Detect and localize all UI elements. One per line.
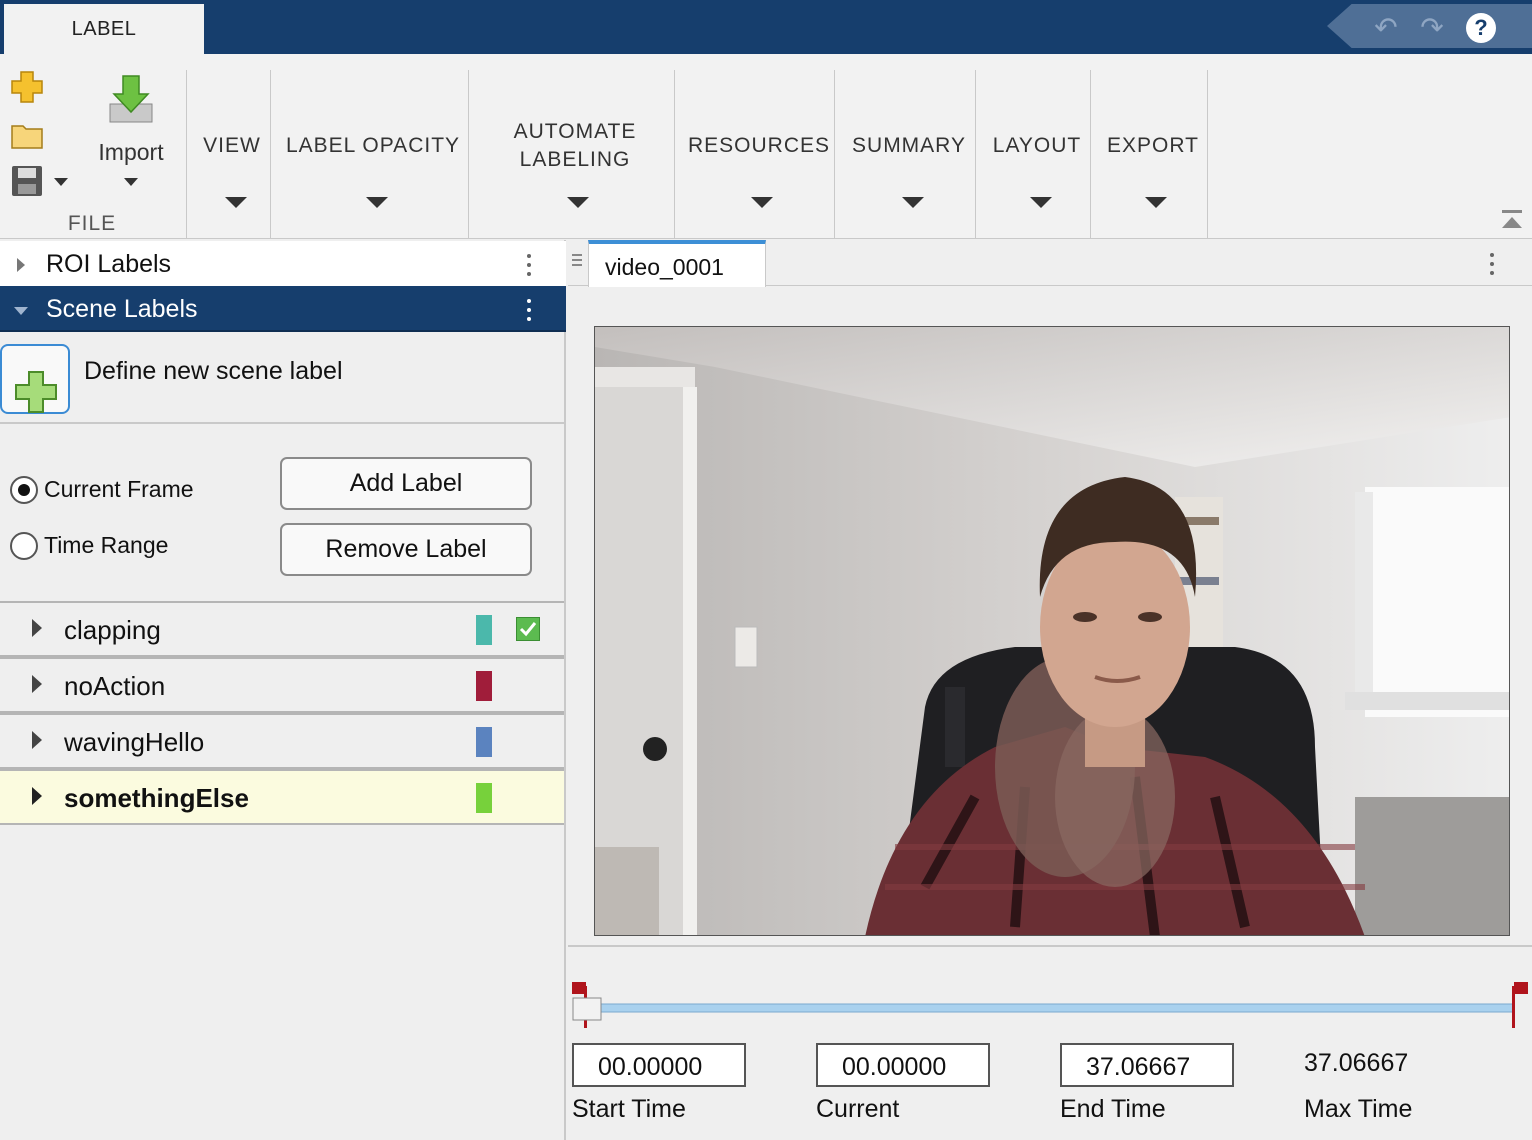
- import-dropdown-icon[interactable]: [124, 178, 138, 186]
- timeline-slider[interactable]: [568, 976, 1532, 1036]
- scene-labels-title: Scene Labels: [46, 295, 198, 323]
- scene-label-name: somethingElse: [64, 783, 249, 813]
- document-tabstrip: video_0001: [568, 240, 1532, 287]
- undo-icon[interactable]: ↶: [1371, 14, 1401, 42]
- chevron-down-icon: [1145, 197, 1167, 208]
- end-time-field[interactable]: 37.06667: [1060, 1043, 1234, 1087]
- max-time-label: Max Time: [1304, 1095, 1413, 1123]
- labels-panel: ROI Labels Scene Labels Define new scene…: [0, 240, 566, 1140]
- chevron-down-icon: [567, 197, 589, 208]
- label-color-swatch: [476, 615, 492, 645]
- video-viewer: [568, 287, 1532, 947]
- current-frame-radio[interactable]: [10, 476, 38, 504]
- roi-labels-title: ROI Labels: [46, 250, 172, 278]
- expand-icon[interactable]: [32, 619, 42, 637]
- ribbon-divider: [975, 70, 976, 238]
- label-color-swatch: [476, 671, 492, 701]
- checkbox[interactable]: [516, 617, 540, 641]
- end-marker-icon[interactable]: [1514, 982, 1528, 994]
- ribbon: Import FILE VIEW LABEL OPACITY AUTOMATE …: [0, 54, 1532, 239]
- more-options-icon[interactable]: [527, 299, 533, 323]
- scene-label-name: noAction: [64, 671, 166, 701]
- slider-thumb[interactable]: [572, 997, 602, 1021]
- view-label: VIEW: [203, 134, 261, 157]
- resources-label: RESOURCES: [687, 134, 831, 157]
- video-frame[interactable]: [594, 326, 1510, 936]
- start-time-field[interactable]: 00.00000: [572, 1043, 746, 1087]
- ribbon-divider: [270, 70, 271, 238]
- scene-labels-header[interactable]: Scene Labels: [0, 286, 566, 332]
- collapse-icon: [14, 307, 28, 315]
- tab-grip-icon[interactable]: [572, 254, 582, 270]
- define-scene-label-button[interactable]: [0, 344, 70, 414]
- start-marker-icon[interactable]: [572, 982, 586, 994]
- ribbon-divider: [468, 70, 469, 238]
- ribbon-divider: [1090, 70, 1091, 238]
- chevron-down-icon: [751, 197, 773, 208]
- automate-label-line1: AUTOMATE: [513, 120, 637, 143]
- redo-icon[interactable]: ↷: [1417, 14, 1447, 42]
- current-time-field[interactable]: 00.00000: [816, 1043, 990, 1087]
- checkmark-icon: [519, 622, 537, 637]
- video-frame-image: [595, 327, 1509, 935]
- current-frame-label: Current Frame: [44, 476, 194, 502]
- automate-label-line2: LABELING: [519, 148, 631, 171]
- add-icon: [15, 371, 57, 413]
- ribbon-divider: [186, 70, 187, 238]
- import-icon[interactable]: [106, 74, 156, 126]
- start-time-label: Start Time: [572, 1095, 686, 1123]
- current-time-label: Current: [816, 1095, 900, 1123]
- layout-label: LAYOUT: [992, 134, 1082, 157]
- chevron-down-icon: [902, 197, 924, 208]
- expand-icon[interactable]: [32, 787, 42, 805]
- add-label-button[interactable]: Add Label: [280, 457, 532, 510]
- roi-labels-header[interactable]: ROI Labels: [0, 241, 566, 287]
- divider: [0, 422, 566, 424]
- export-label: EXPORT: [1107, 134, 1199, 157]
- ribbon-divider: [834, 70, 835, 238]
- remove-label-button[interactable]: Remove Label: [280, 523, 532, 576]
- time-range-label: Time Range: [44, 532, 169, 558]
- save-dropdown-icon[interactable]: [54, 178, 68, 186]
- scene-label-row-noaction[interactable]: noAction: [0, 657, 564, 713]
- toolstrip-tab-bar: LABEL ↶ ↷ ?: [0, 0, 1532, 54]
- tab-video[interactable]: video_0001: [588, 240, 766, 287]
- define-scene-label-text: Define new scene label: [84, 357, 343, 385]
- end-time-label: End Time: [1060, 1095, 1166, 1123]
- scene-label-row-wavinghello[interactable]: wavingHello: [0, 713, 564, 769]
- tab-label[interactable]: LABEL: [4, 4, 204, 54]
- expand-icon: [17, 258, 25, 272]
- time-range-radio[interactable]: [10, 532, 38, 560]
- new-session-icon[interactable]: [10, 70, 44, 104]
- quick-access-bar: ↶ ↷ ?: [1327, 4, 1532, 48]
- ribbon-divider: [1207, 70, 1208, 238]
- scene-label-row-clapping[interactable]: clapping: [0, 601, 564, 657]
- import-button[interactable]: Import: [80, 138, 182, 166]
- label-opacity-label: LABEL OPACITY: [285, 134, 461, 157]
- file-group-label: FILE: [67, 212, 117, 235]
- collapse-ribbon-icon[interactable]: [1500, 208, 1524, 232]
- max-time-value: 37.06667: [1304, 1049, 1409, 1077]
- expand-icon[interactable]: [32, 731, 42, 749]
- summary-label: SUMMARY: [852, 134, 966, 157]
- video-display-area: video_0001 00.00000 00.00000 37.06667 37…: [568, 240, 1532, 1140]
- scene-label-name: clapping: [64, 615, 161, 645]
- more-options-icon[interactable]: [1490, 253, 1496, 277]
- open-folder-icon[interactable]: [10, 120, 44, 150]
- scene-label-name: wavingHello: [64, 727, 205, 757]
- label-color-swatch: [476, 783, 492, 813]
- ribbon-divider: [674, 70, 675, 238]
- help-icon[interactable]: ?: [1466, 13, 1496, 43]
- chevron-down-icon: [1030, 197, 1052, 208]
- chevron-down-icon: [366, 197, 388, 208]
- more-options-icon[interactable]: [527, 254, 533, 278]
- scene-label-row-somethingelse[interactable]: somethingElse: [0, 769, 564, 825]
- save-icon[interactable]: [10, 164, 44, 198]
- chevron-down-icon: [225, 197, 247, 208]
- label-color-swatch: [476, 727, 492, 757]
- expand-icon[interactable]: [32, 675, 42, 693]
